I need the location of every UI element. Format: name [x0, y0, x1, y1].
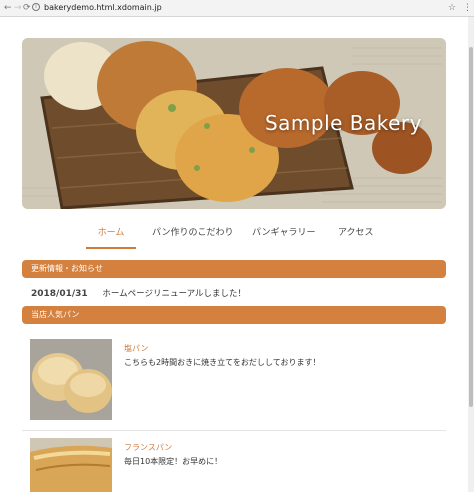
browser-menu-icon[interactable]: ⋮	[463, 2, 472, 14]
item-description: 毎日10本限定！お早めに！	[124, 457, 223, 466]
popular-heading: 当店人気パン	[22, 306, 446, 324]
item-name[interactable]: フランスパン	[124, 442, 172, 453]
browser-toolbar: ← → ⟳ i bakerydemo.html.xdomain.jp ☆ ⋮	[0, 0, 474, 17]
news-entry: 2018/01/31 ホームページリニューアルしました！	[31, 287, 246, 299]
nav-access[interactable]: アクセス	[338, 223, 374, 247]
reload-icon[interactable]: ⟳	[23, 3, 31, 13]
nav-home[interactable]: ホーム	[86, 223, 136, 249]
page-content: Sample Bakery ホーム パン作りのこだわり パンギャラリー アクセス…	[0, 17, 474, 492]
news-text[interactable]: ホームページリニューアルしました！	[102, 289, 246, 299]
list-item: 塩パン こちらも2時間おきに焼き立てをおだししております！	[22, 339, 446, 425]
scrollbar-thumb[interactable]	[469, 47, 473, 407]
bookmark-star-icon[interactable]: ☆	[448, 2, 456, 14]
site-info-icon[interactable]: i	[32, 3, 40, 11]
page-scrollbar[interactable]	[468, 17, 474, 492]
divider	[22, 430, 446, 431]
france-pan-photo[interactable]	[30, 438, 112, 492]
news-date: 2018/01/31	[31, 289, 88, 299]
list-item: フランスパン 毎日10本限定！お早めに！	[22, 438, 446, 492]
shio-pan-photo[interactable]	[30, 339, 112, 420]
item-name[interactable]: 塩パン	[124, 343, 148, 354]
back-arrow-icon[interactable]: ←	[4, 3, 12, 13]
nav-kodawari[interactable]: パン作りのこだわり	[152, 223, 233, 247]
hero-title: Sample Bakery	[264, 111, 422, 135]
global-nav: ホーム パン作りのこだわり パンギャラリー アクセス	[0, 223, 474, 249]
item-description: こちらも2時間おきに焼き立てをおだししております！	[124, 358, 321, 367]
news-heading: 更新情報・お知らせ	[22, 260, 446, 278]
forward-arrow-icon[interactable]: →	[14, 3, 22, 13]
address-bar[interactable]: bakerydemo.html.xdomain.jp	[44, 3, 162, 13]
hero-banner: Sample Bakery	[22, 38, 446, 209]
nav-gallery[interactable]: パンギャラリー	[252, 223, 315, 247]
